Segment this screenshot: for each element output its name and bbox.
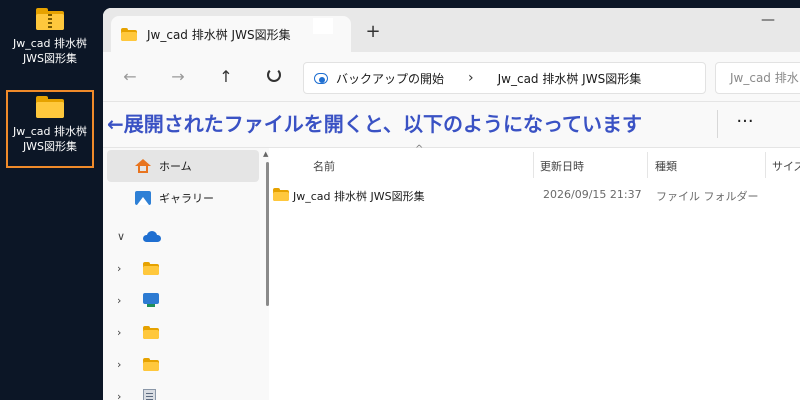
sidebar-item-network[interactable]: › <box>103 284 263 316</box>
back-button[interactable]: ← <box>117 64 143 90</box>
chevron-right-icon[interactable]: › <box>117 262 121 275</box>
breadcrumb-backup[interactable]: バックアップの開始 <box>336 70 444 87</box>
sidebar-item-onedrive[interactable]: ∨ <box>103 220 263 252</box>
minimize-button[interactable]: — <box>753 13 783 30</box>
column-header-size[interactable]: サイズ <box>772 158 800 174</box>
file-explorer-window: Jw_cad 排水桝 JWS図形集 + — ← → ↑ バックアップの開始 › … <box>103 8 800 400</box>
forward-button[interactable]: → <box>165 64 191 90</box>
column-divider[interactable] <box>533 152 534 178</box>
sidebar-item-documents[interactable]: › <box>103 380 263 400</box>
column-divider[interactable] <box>765 152 766 178</box>
search-input[interactable]: Jw_cad 排水 <box>715 62 800 94</box>
chevron-right-icon[interactable]: › <box>117 390 121 400</box>
new-tab-button[interactable]: + <box>361 20 385 44</box>
gallery-icon <box>135 191 151 205</box>
zip-folder-icon <box>36 8 64 30</box>
breadcrumb-separator: › <box>468 70 474 86</box>
tab-bar: Jw_cad 排水桝 JWS図形集 + — <box>103 8 800 52</box>
column-divider[interactable] <box>647 152 648 178</box>
more-options-button[interactable]: ··· <box>731 110 759 138</box>
table-row[interactable]: Jw_cad 排水桝 JWS図形集 2026/09/15 21:37 ファイル … <box>273 184 773 206</box>
annotation-text: ←展開されたファイルを開くと、以下のようになっています <box>107 112 642 136</box>
file-modified: 2026/09/15 21:37 <box>543 188 642 201</box>
sidebar-item-gallery[interactable]: ギャラリー <box>103 182 263 214</box>
sidebar-item-folder[interactable]: › <box>103 348 263 380</box>
document-icon <box>143 388 156 400</box>
command-bar: ←展開されたファイルを開くと、以下のようになっています ··· <box>103 102 800 148</box>
backup-cloud-icon <box>314 71 328 85</box>
file-name: Jw_cad 排水桝 JWS図形集 <box>293 190 425 203</box>
onedrive-cloud-icon <box>143 230 161 242</box>
file-list: ^ 名前 更新日時 種類 サイズ Jw_cad 排水桝 JWS図形集 2026/… <box>269 144 800 400</box>
desktop-zip-folder-label: Jw_cad 排水桝 JWS図形集 <box>12 37 87 65</box>
tab-title: Jw_cad 排水桝 JWS図形集 <box>147 27 291 42</box>
address-bar[interactable]: バックアップの開始 › Jw_cad 排水桝 JWS図形集 <box>303 62 706 94</box>
column-header-type[interactable]: 種類 <box>655 158 677 174</box>
sidebar-item-folder[interactable]: › <box>103 252 263 284</box>
network-icon <box>143 293 159 307</box>
chevron-down-icon[interactable]: ∨ <box>117 230 125 243</box>
sidebar-item-label: ギャラリー <box>159 192 214 205</box>
tab-close-button[interactable] <box>313 18 333 34</box>
sidebar-item-home[interactable]: ホーム <box>107 150 259 182</box>
refresh-button[interactable] <box>261 64 287 90</box>
command-divider <box>717 110 718 138</box>
desktop-zip-folder[interactable]: Jw_cad 排水桝 JWS図形集 <box>6 8 94 66</box>
navigation-bar: ← → ↑ バックアップの開始 › Jw_cad 排水桝 JWS図形集 Jw_c… <box>103 52 800 102</box>
scroll-up-arrow[interactable]: ▲ <box>263 150 268 158</box>
sidebar-item-folder[interactable]: › <box>103 316 263 348</box>
refresh-icon <box>267 68 281 82</box>
sort-ascending-icon: ^ <box>415 144 424 155</box>
home-icon <box>135 159 151 173</box>
up-button[interactable]: ↑ <box>213 64 239 90</box>
chevron-right-icon[interactable]: › <box>117 358 121 371</box>
column-header-name[interactable]: 名前 <box>313 158 335 174</box>
breadcrumb-current-folder[interactable]: Jw_cad 排水桝 JWS図形集 <box>498 70 642 87</box>
sidebar-item-label: ホーム <box>159 160 192 173</box>
folder-icon <box>143 261 159 275</box>
column-header-modified[interactable]: 更新日時 <box>540 158 584 174</box>
desktop-folder-selected[interactable]: Jw_cad 排水桝 JWS図形集 <box>6 90 94 168</box>
folder-icon <box>36 96 64 118</box>
folder-icon <box>143 357 159 371</box>
navigation-pane: ▲ ホーム ギャラリー ∨ › › › › › <box>103 148 269 400</box>
desktop-folder-label: Jw_cad 排水桝 JWS図形集 <box>12 125 87 153</box>
chevron-right-icon[interactable]: › <box>117 326 121 339</box>
folder-icon <box>143 325 159 339</box>
file-type: ファイル フォルダー <box>656 190 759 203</box>
folder-icon <box>273 188 289 201</box>
folder-icon <box>121 27 137 41</box>
chevron-right-icon[interactable]: › <box>117 294 121 307</box>
